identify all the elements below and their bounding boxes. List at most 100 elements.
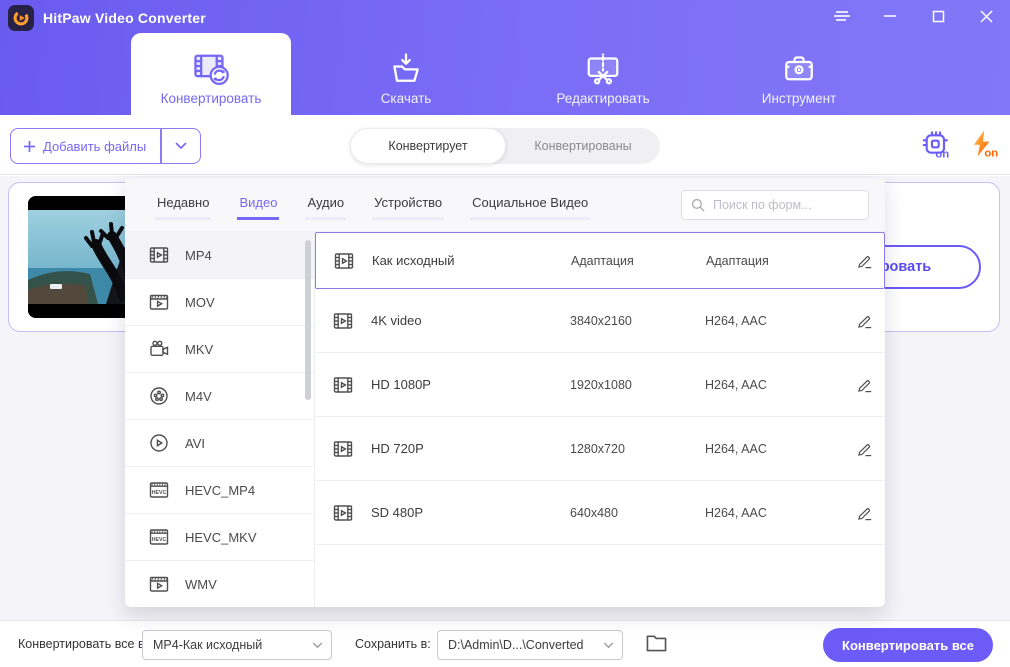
boost-lightning-icon[interactable]: on	[966, 128, 1000, 160]
tab-toolbox-label: Инструмент	[761, 91, 837, 106]
edit-cut-icon	[583, 47, 623, 89]
preset-codec: H264, AAC	[705, 313, 767, 328]
output-format-value: MP4-Как исходный	[153, 638, 263, 652]
minimize-button[interactable]	[866, 0, 914, 32]
panel-tab-audio[interactable]: Аудио	[305, 189, 347, 220]
tab-edit-label: Редактировать	[556, 91, 650, 106]
format-label: MOV	[185, 294, 215, 310]
format-label: HEVC_MKV	[185, 529, 257, 545]
preset-list: Как исходный Адаптация Адаптация 4K vide…	[315, 232, 885, 607]
header: HitPaw Video Converter Конвертировать Ск…	[0, 0, 1010, 115]
film-play-icon	[333, 312, 353, 329]
panel-tab-social[interactable]: Социальное Видео	[470, 189, 591, 220]
film-play-icon	[149, 247, 169, 263]
preset-resolution: 3840x2160	[570, 313, 632, 328]
save-path-select[interactable]: D:\Admin\D...\Converted	[437, 630, 623, 660]
format-item-mp4[interactable]: MP4	[125, 232, 314, 279]
chevron-down-icon	[603, 642, 614, 648]
edit-pencil-icon[interactable]	[854, 310, 876, 332]
preset-row-720p[interactable]: HD 720P 1280x720 H264, AAC	[315, 417, 885, 481]
hevc-clapper-icon	[149, 529, 169, 545]
maximize-button[interactable]	[914, 0, 962, 32]
film-play-icon	[333, 504, 353, 521]
hw-accel-on-label: on	[935, 148, 949, 160]
preset-codec: Адаптация	[706, 253, 769, 268]
convert-status-toggle: Конвертирует Конвертированы	[350, 128, 660, 164]
format-item-hevc-mkv[interactable]: HEVC_MKV	[125, 514, 314, 561]
convert-all-to-label: Конвертировать все в:	[18, 637, 149, 651]
preset-resolution: Адаптация	[571, 253, 634, 268]
panel-tab-video[interactable]: Видео	[237, 189, 280, 220]
edit-pencil-icon[interactable]	[854, 374, 876, 396]
format-label: MP4	[185, 247, 212, 263]
bottom-bar: Конвертировать все в: MP4-Как исходный С…	[0, 620, 1010, 667]
add-files-button[interactable]: Добавить файлы	[10, 128, 201, 164]
toolbox-icon	[780, 47, 818, 89]
toolbar: Добавить файлы Конвертирует Конвертирова…	[0, 115, 1010, 175]
format-label: AVI	[185, 435, 205, 451]
panel-tab-recent[interactable]: Недавно	[155, 189, 212, 220]
format-item-hevc-mp4[interactable]: HEVC_MP4	[125, 467, 314, 514]
panel-tab-device[interactable]: Устройство	[372, 189, 445, 220]
plus-icon	[24, 140, 35, 152]
preset-name: HD 720P	[371, 441, 424, 456]
hevc-clapper-icon	[149, 482, 169, 498]
format-search-box[interactable]	[681, 189, 869, 220]
scrollbar[interactable]	[305, 240, 311, 400]
chevron-down-icon	[312, 642, 323, 648]
convert-film-sync-icon	[190, 47, 232, 89]
format-item-avi[interactable]: AVI	[125, 420, 314, 467]
clapper-play-icon	[149, 294, 169, 310]
panel-header: Недавно Видео Аудио Устройство Социально…	[125, 178, 885, 232]
preset-row-480p[interactable]: SD 480P 640x480 H264, AAC	[315, 481, 885, 545]
film-reel-icon	[150, 387, 168, 405]
output-format-select[interactable]: MP4-Как исходный	[142, 630, 332, 660]
preset-name: SD 480P	[371, 505, 424, 520]
preset-codec: H264, AAC	[705, 377, 767, 392]
download-folder-icon	[387, 47, 425, 89]
preset-row-original[interactable]: Как исходный Адаптация Адаптация	[315, 232, 885, 289]
hardware-acceleration-icon[interactable]: on	[920, 128, 952, 160]
preset-resolution: 640x480	[570, 505, 618, 520]
tab-convert-label: Конвертировать	[160, 91, 262, 106]
open-folder-icon[interactable]	[645, 633, 668, 653]
tab-download[interactable]: Скачать	[336, 33, 476, 115]
preset-resolution: 1280x720	[570, 441, 625, 456]
add-files-dropdown-button[interactable]	[162, 129, 200, 163]
app-logo-icon	[8, 4, 34, 31]
format-list: MP4 MOV MKV M4V AVI HEVC_MP4 HEVC_MKV WM…	[125, 232, 315, 607]
preset-codec: H264, AAC	[705, 505, 767, 520]
edit-pencil-icon[interactable]	[854, 250, 876, 272]
tab-download-label: Скачать	[380, 91, 432, 106]
toggle-converting[interactable]: Конвертирует	[350, 128, 506, 164]
film-play-icon	[333, 376, 353, 393]
tab-convert[interactable]: Конвертировать	[131, 33, 291, 115]
convert-all-button[interactable]: Конвертировать все	[823, 628, 993, 662]
format-label: MKV	[185, 341, 214, 357]
add-files-label: Добавить файлы	[43, 138, 147, 154]
format-label: M4V	[185, 388, 212, 404]
close-button[interactable]	[962, 0, 1010, 32]
format-item-wmv[interactable]: WMV	[125, 561, 314, 607]
output-format-panel: Недавно Видео Аудио Устройство Социально…	[125, 178, 885, 607]
tab-edit[interactable]: Редактировать	[523, 33, 683, 115]
format-item-mov[interactable]: MOV	[125, 279, 314, 326]
chevron-down-icon	[175, 142, 187, 150]
edit-pencil-icon[interactable]	[854, 502, 876, 524]
menu-icon[interactable]	[818, 0, 866, 32]
format-search-input[interactable]	[713, 197, 843, 212]
play-circle-icon	[150, 434, 168, 452]
toggle-converted[interactable]: Конвертированы	[506, 128, 660, 164]
film-play-icon	[334, 252, 354, 269]
edit-pencil-icon[interactable]	[854, 438, 876, 460]
format-label: HEVC_MP4	[185, 482, 256, 498]
preset-row-1080p[interactable]: HD 1080P 1920x1080 H264, AAC	[315, 353, 885, 417]
titlebar: HitPaw Video Converter	[0, 0, 1010, 32]
format-item-mkv[interactable]: MKV	[125, 326, 314, 373]
save-path-value: D:\Admin\D...\Converted	[448, 638, 584, 652]
format-item-m4v[interactable]: M4V	[125, 373, 314, 420]
preset-row-4k[interactable]: 4K video 3840x2160 H264, AAC	[315, 289, 885, 353]
tab-toolbox[interactable]: Инструмент	[729, 33, 869, 115]
film-play-icon	[333, 440, 353, 457]
preset-name: HD 1080P	[371, 377, 431, 392]
